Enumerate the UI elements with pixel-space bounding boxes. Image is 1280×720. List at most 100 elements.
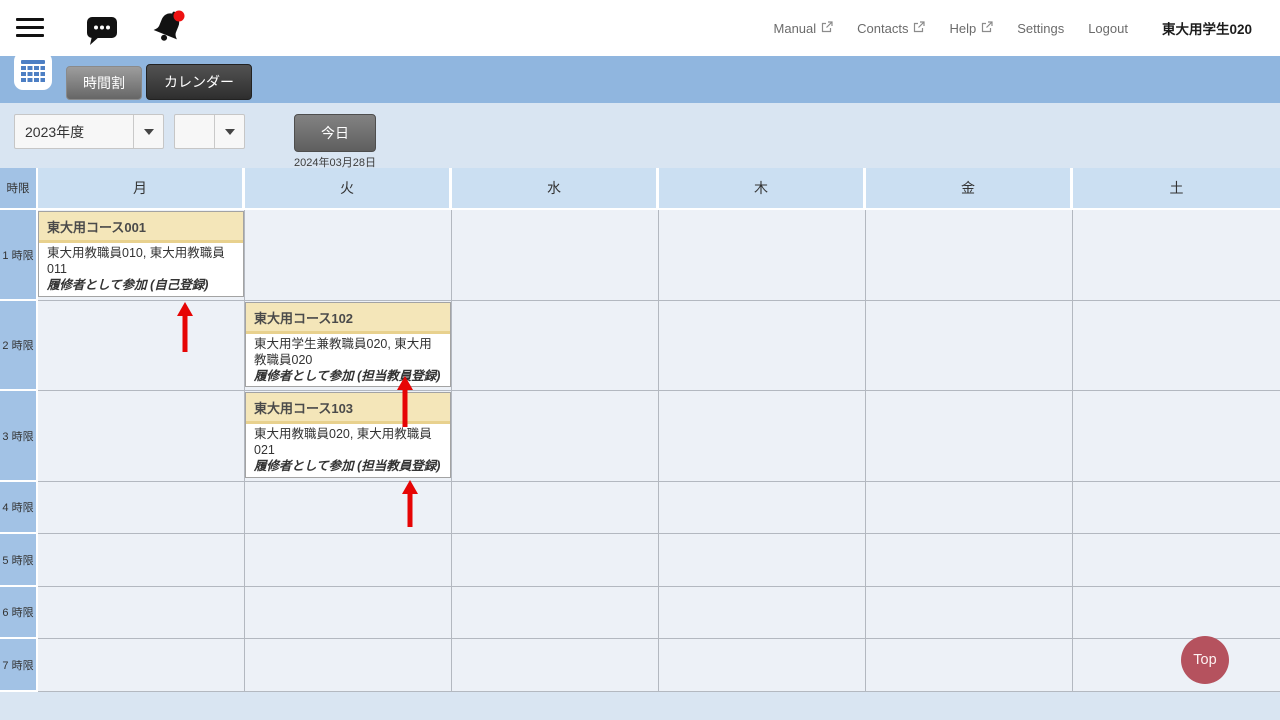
course-title[interactable]: 東大用コース001	[39, 212, 243, 243]
course-role: 履修者として参加 (自己登録)	[47, 278, 235, 294]
top-nav-links: Manual Contacts Help	[774, 0, 1252, 56]
timetable-cell	[866, 301, 1073, 391]
timetable-cell	[245, 587, 452, 639]
timetable-cell: 東大用コース103 東大用教職員020, 東大用教職員021 履修者として参加 …	[245, 391, 452, 482]
year-select-value: 2023年度	[15, 122, 133, 142]
course-details: 東大用教職員020, 東大用教職員021 履修者として参加 (担当教員登録)	[246, 424, 450, 477]
timetable-cell	[452, 587, 659, 639]
timetable-cell	[452, 534, 659, 587]
nav-link-contacts[interactable]: Contacts	[857, 21, 925, 36]
period-label-7: 7 時限	[0, 639, 38, 692]
timetable-cell	[659, 210, 866, 301]
timetable-cell	[452, 210, 659, 301]
scroll-to-top-button[interactable]: Top	[1181, 636, 1229, 684]
timetable-cell	[38, 301, 245, 391]
calendar-app-icon[interactable]	[14, 52, 52, 90]
period-label-3: 3 時限	[0, 391, 38, 482]
period-label-1: 1 時限	[0, 210, 38, 301]
external-link-icon	[913, 21, 925, 36]
course-details: 東大用教職員010, 東大用教職員011 履修者として参加 (自己登録)	[39, 243, 243, 296]
timetable-cell	[38, 534, 245, 587]
timetable-cell	[1073, 391, 1280, 482]
timetable-cell	[866, 587, 1073, 639]
course-card[interactable]: 東大用コース103 東大用教職員020, 東大用教職員021 履修者として参加 …	[245, 392, 451, 478]
period-label-2: 2 時限	[0, 301, 38, 391]
notification-dot	[174, 11, 185, 22]
course-details: 東大用学生兼教職員020, 東大用教職員020 履修者として参加 (担当教員登録…	[246, 334, 450, 387]
tab-calendar[interactable]: カレンダー	[146, 64, 252, 100]
timetable-cell	[1073, 482, 1280, 534]
timetable-cell	[1073, 587, 1280, 639]
timetable-cell: 東大用コース001 東大用教職員010, 東大用教職員011 履修者として参加 …	[38, 210, 245, 301]
timetable-cell	[659, 301, 866, 391]
timetable-cell	[38, 587, 245, 639]
nav-link-logout[interactable]: Logout	[1088, 21, 1128, 36]
day-header-fri: 金	[866, 168, 1073, 210]
timetable-cell	[245, 639, 452, 692]
course-members: 東大用教職員020, 東大用教職員021	[254, 427, 442, 459]
hamburger-menu-icon[interactable]	[16, 18, 44, 38]
timetable-cell	[866, 210, 1073, 301]
timetable-cell	[38, 482, 245, 534]
tab-timetable[interactable]: 時間割	[66, 66, 142, 100]
course-members: 東大用学生兼教職員020, 東大用教職員020	[254, 337, 442, 369]
top-app-bar: Manual Contacts Help	[0, 0, 1280, 56]
timetable-cell	[866, 391, 1073, 482]
view-toolbar: 時間割 カレンダー	[0, 56, 1280, 103]
chevron-down-icon	[133, 115, 163, 148]
course-role: 履修者として参加 (担当教員登録)	[254, 459, 442, 475]
timetable-cell	[452, 391, 659, 482]
timetable-cell	[659, 534, 866, 587]
timetable-cell	[659, 639, 866, 692]
chat-icon[interactable]	[86, 16, 118, 51]
timetable-cell	[38, 391, 245, 482]
external-link-icon	[821, 21, 833, 36]
page: Manual Contacts Help	[0, 0, 1280, 720]
current-user-name: 東大用学生020	[1162, 18, 1252, 38]
day-header-thu: 木	[659, 168, 866, 210]
external-link-icon	[981, 21, 993, 36]
day-header-wed: 水	[452, 168, 659, 210]
timetable-cell	[1073, 210, 1280, 301]
timetable-cell	[38, 639, 245, 692]
today-button[interactable]: 今日	[294, 114, 376, 152]
timetable-cell	[452, 639, 659, 692]
timetable-cell	[1073, 639, 1280, 692]
course-role: 履修者として参加 (担当教員登録)	[254, 369, 442, 385]
notification-bell-icon[interactable]	[146, 6, 190, 55]
timetable-cell	[245, 210, 452, 301]
period-label-4: 4 時限	[0, 482, 38, 534]
timetable-cell	[659, 482, 866, 534]
period-label-6: 6 時限	[0, 587, 38, 639]
timetable-cell	[659, 587, 866, 639]
chevron-down-icon	[214, 115, 244, 148]
view-tabs: 時間割 カレンダー	[66, 64, 252, 100]
timetable-cell	[1073, 301, 1280, 391]
period-label-5: 5 時限	[0, 534, 38, 587]
day-header-mon: 月	[38, 168, 245, 210]
timetable-cell	[659, 391, 866, 482]
filter-bar: 2023年度 今日 2024年03月28日	[0, 103, 1280, 168]
course-card[interactable]: 東大用コース001 東大用教職員010, 東大用教職員011 履修者として参加 …	[38, 211, 244, 297]
timetable-cell	[452, 301, 659, 391]
year-select[interactable]: 2023年度	[14, 114, 164, 149]
period-column-header: 時限	[0, 168, 38, 210]
nav-link-help[interactable]: Help	[949, 21, 993, 36]
nav-link-settings[interactable]: Settings	[1017, 21, 1064, 36]
timetable-cell	[452, 482, 659, 534]
course-members: 東大用教職員010, 東大用教職員011	[47, 246, 235, 278]
timetable-cell	[1073, 534, 1280, 587]
course-card[interactable]: 東大用コース102 東大用学生兼教職員020, 東大用教職員020 履修者として…	[245, 302, 451, 387]
course-title[interactable]: 東大用コース102	[246, 303, 450, 334]
day-header-tue: 火	[245, 168, 452, 210]
timetable-cell	[245, 534, 452, 587]
term-select[interactable]	[174, 114, 245, 149]
timetable-cell: 東大用コース102 東大用学生兼教職員020, 東大用教職員020 履修者として…	[245, 301, 452, 391]
nav-link-manual[interactable]: Manual	[774, 21, 834, 36]
timetable-cell	[866, 639, 1073, 692]
course-title[interactable]: 東大用コース103	[246, 393, 450, 424]
timetable-grid: 時限 月 火 水 木 金 土 1 時限 東大用コース001 東大用教職員010,…	[0, 168, 1280, 692]
timetable-cell	[245, 482, 452, 534]
timetable-cell	[866, 482, 1073, 534]
timetable-cell	[866, 534, 1073, 587]
